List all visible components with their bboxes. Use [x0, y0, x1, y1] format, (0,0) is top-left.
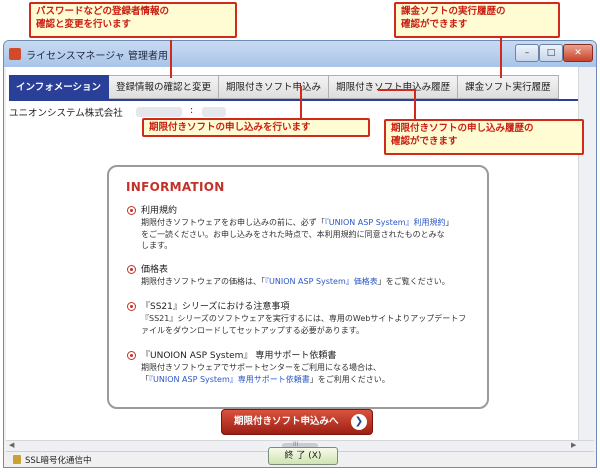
apply-timed-software-button[interactable]: 期限付きソフト申込みへ ❯	[221, 409, 373, 435]
close-button[interactable]: ✕	[563, 44, 593, 62]
redacted-field	[202, 107, 226, 117]
callout-apply: 期限付きソフトの申し込みを行います	[142, 118, 370, 137]
text-segment: 「	[141, 374, 149, 384]
tab-billing-history[interactable]: 課金ソフト実行履歴	[458, 75, 559, 99]
info-item-title: 価格表	[141, 265, 169, 275]
lock-icon	[13, 455, 21, 464]
arrow-right-icon: ❯	[351, 414, 367, 430]
callout-text: 期限付きソフトの申し込みを行います	[149, 122, 311, 133]
callout-billing-history: 課金ソフトの実行履歴の 確認ができます	[394, 2, 560, 38]
info-item-text: 期限付きソフトウェアをお申し込みの前に、必ず「『UNION ASP System…	[141, 217, 477, 229]
info-item-text: 期限付きソフトウェアでサポートセンターをご利用になる場合は、	[141, 363, 381, 372]
text-segment: 」	[445, 218, 454, 227]
info-item-title: 利用規約	[141, 206, 178, 216]
information-panel: INFORMATION 利用規約 期限付きソフトウェアをお申し込みの前に、必ず「…	[107, 165, 489, 409]
app-icon	[9, 48, 21, 60]
bullet-icon	[127, 351, 136, 360]
information-heading: INFORMATION	[126, 180, 225, 194]
screenshot-stage: ライセンスマネージャ 管理者用 – □ ✕ インフォメーション 登録情報の確認と…	[0, 0, 600, 474]
callout-registration-info: パスワードなどの登録者情報の 確認と変更を行います	[29, 2, 237, 38]
info-item-text: ァイルをダウンロードしてセットアップする必要があります。	[141, 325, 364, 335]
ssl-status-text: SSL暗号化通信中	[25, 456, 92, 466]
callout-text: パスワードなどの登録者情報の	[36, 6, 170, 17]
bullet-icon	[127, 206, 136, 215]
info-item-support: 『UNOION ASP System』 専用サポート依頼書 期限付きソフトウェア…	[127, 350, 477, 385]
callout-text: 課金ソフトの実行履歴の	[401, 6, 506, 17]
redacted-field	[136, 107, 182, 117]
callout-text: 確認ができます	[391, 136, 458, 147]
text-segment: 」をご覧ください。	[377, 277, 450, 286]
title-bar: ライセンスマネージャ 管理者用 – □ ✕	[4, 41, 596, 67]
text-segment: 」をご利用ください。	[309, 374, 390, 384]
terms-link[interactable]: 『UNION ASP System』利用規約	[325, 218, 446, 227]
info-item-text: 『SS21』シリーズのソフトウェアを実行するには、専用のWebサイトよりアップデ…	[141, 314, 467, 323]
text-segment: 期限付きソフトウェアの価格は、「	[141, 277, 265, 286]
info-item-text: 期限付きソフトウェアの価格は、「『UNION ASP System』価格表」をご…	[141, 276, 477, 288]
company-name: ユニオンシステム株式会社	[9, 108, 123, 119]
price-list-link[interactable]: 『UNION ASP System』価格表	[265, 277, 378, 286]
minimize-button[interactable]: –	[515, 44, 539, 62]
info-item-text: します。	[141, 241, 173, 250]
scroll-left-icon[interactable]: ◀	[9, 441, 14, 449]
info-item-price: 価格表 期限付きソフトウェアの価格は、「『UNION ASP System』価格…	[127, 264, 477, 288]
apply-button-label: 期限付きソフト申込みへ	[234, 416, 339, 427]
callout-connector	[414, 89, 416, 119]
callout-connector	[170, 40, 172, 78]
tab-registration-info[interactable]: 登録情報の確認と変更	[109, 75, 220, 99]
maximize-button[interactable]: □	[539, 44, 563, 62]
info-item-text: 「『UNION ASP System』専用サポート依頼書」をご利用ください。	[141, 374, 477, 386]
callout-text: 期限付きソフトの申し込み履歴の	[391, 123, 534, 134]
info-item-ss21-notes: 『SS21』シリーズにおける注意事項 『SS21』シリーズのソフトウェアを実行す…	[127, 301, 477, 336]
tab-information[interactable]: インフォメーション	[9, 75, 110, 99]
tab-timed-software-apply[interactable]: 期限付きソフト申込み	[219, 75, 330, 99]
support-request-link[interactable]: 『UNION ASP System』専用サポート依頼書	[149, 375, 310, 384]
tab-timed-software-history[interactable]: 期限付きソフト申込み履歴	[329, 75, 459, 99]
info-item-title: 『UNOION ASP System』 専用サポート依頼書	[141, 351, 337, 361]
info-item-title: 『SS21』シリーズにおける注意事項	[141, 302, 290, 312]
window-title: ライセンスマネージャ 管理者用	[26, 51, 168, 62]
exit-button[interactable]: 終 了 (X)	[268, 447, 338, 465]
callout-connector	[500, 38, 502, 78]
bullet-icon	[127, 302, 136, 311]
info-item-text: をご一読ください。お申し込みをされた時点で、本利用規約に同意されたものとみな	[141, 229, 445, 239]
tab-underline	[9, 99, 588, 101]
bullet-icon	[127, 265, 136, 274]
scroll-right-icon[interactable]: ▶	[571, 441, 576, 449]
tab-bar: インフォメーション 登録情報の確認と変更 期限付きソフト申込み 期限付きソフト申…	[9, 75, 559, 99]
info-item-terms: 利用規約 期限付きソフトウェアをお申し込みの前に、必ず「『UNION ASP S…	[127, 205, 477, 252]
callout-text: 確認ができます	[401, 19, 468, 30]
text-segment: 期限付きソフトウェアをお申し込みの前に、必ず「	[141, 218, 325, 227]
callout-text: 確認と変更を行います	[36, 19, 132, 30]
callout-connector	[378, 89, 416, 91]
callout-apply-history: 期限付きソフトの申し込み履歴の 確認ができます	[384, 119, 584, 155]
callout-connector	[300, 86, 302, 118]
company-separator: :	[190, 105, 194, 116]
